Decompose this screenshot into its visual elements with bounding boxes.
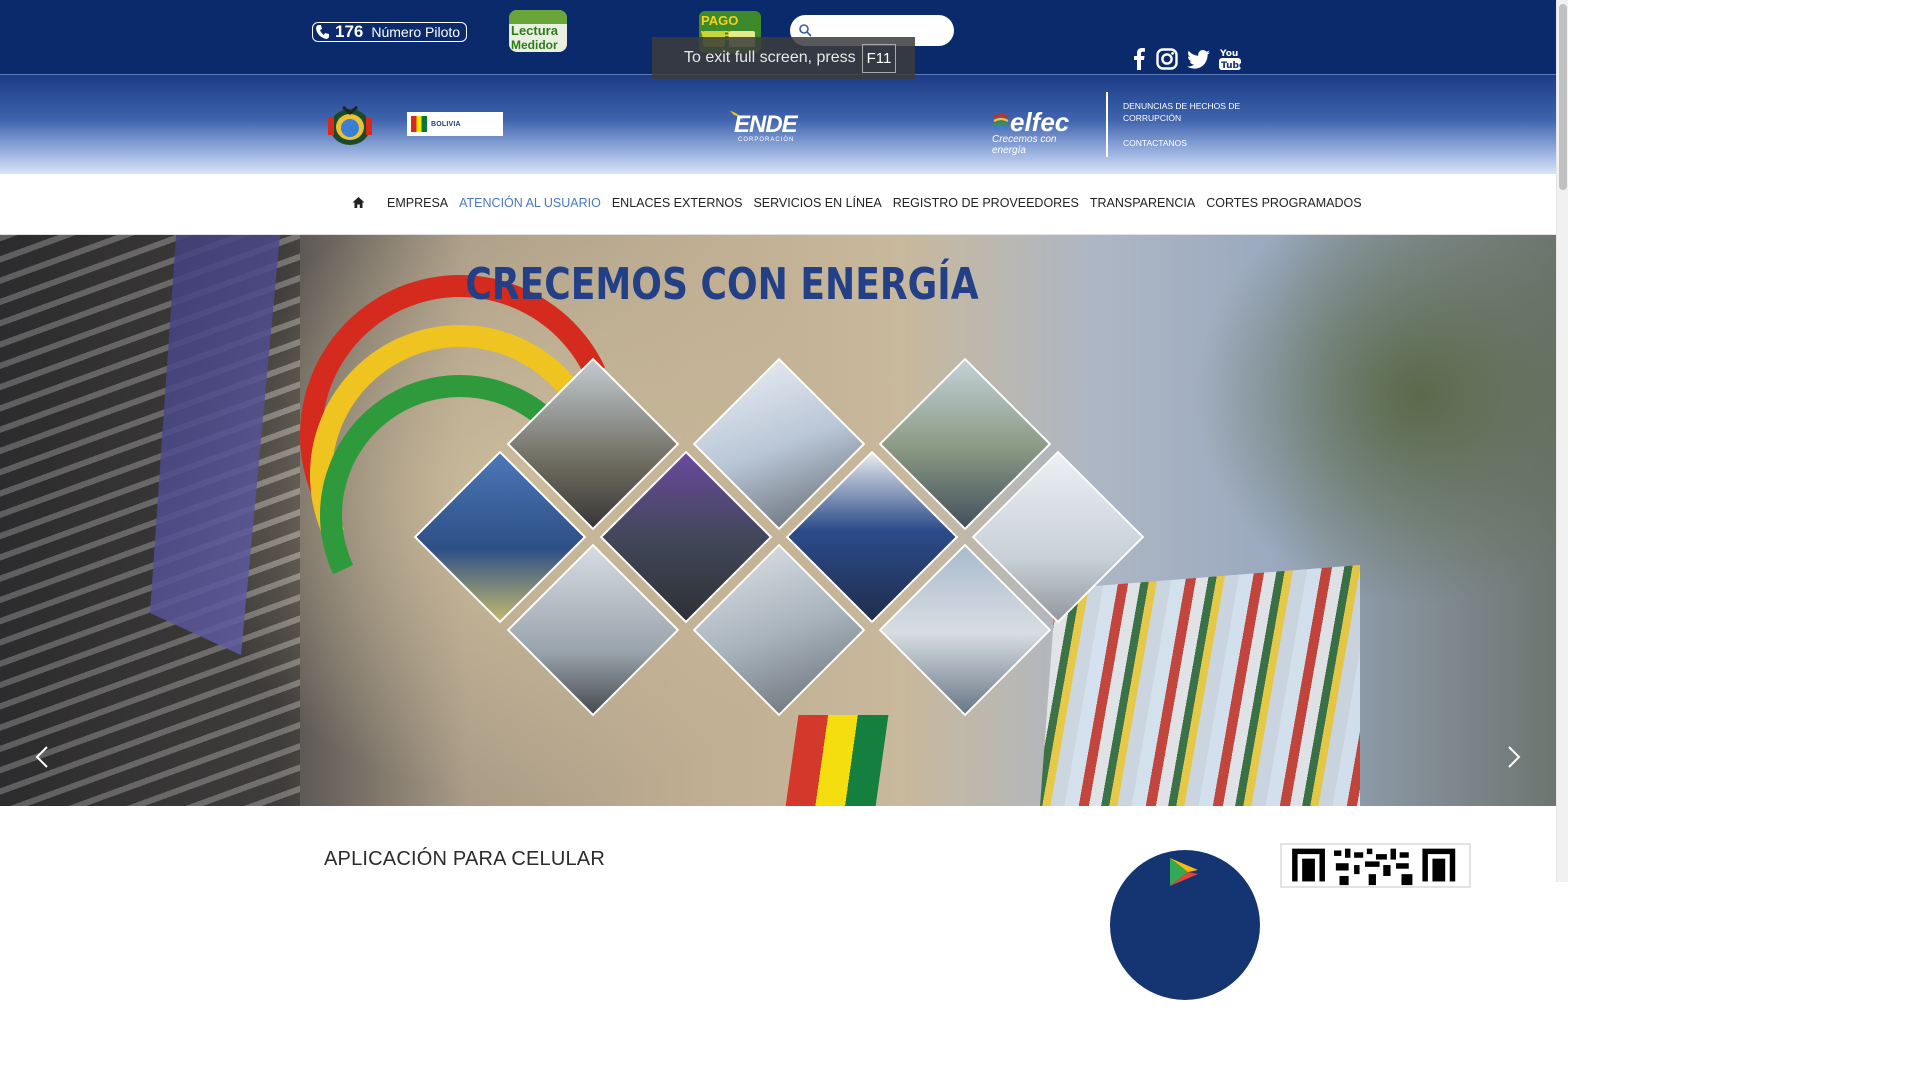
nav-item-transparencia[interactable]: TRANSPARENCIA bbox=[1090, 196, 1195, 210]
phone-label: Número Piloto bbox=[371, 24, 461, 40]
elfec-arcs-icon bbox=[993, 113, 1009, 130]
lectura-label: Lectura bbox=[511, 23, 558, 38]
denuncias-link[interactable]: DENUNCIAS DE HECHOS DE CORRUPCIÓN bbox=[1123, 100, 1253, 124]
nav-item-registro-de-proveedores[interactable]: REGISTRO DE PROVEEDORES bbox=[893, 196, 1079, 210]
youtube-icon: You Tube bbox=[1219, 49, 1241, 71]
elfec-logo[interactable]: elfec Crecemos con energía bbox=[990, 107, 1090, 156]
bolivia-flag-mark bbox=[411, 116, 427, 132]
app-section: APLICACIÓN PARA CELULAR bbox=[0, 806, 1556, 1000]
nav-item-atencion-al-usuario[interactable]: ATENCIÓN AL USUARIO bbox=[459, 196, 601, 210]
slider-prev-arrow-icon[interactable] bbox=[34, 745, 50, 769]
youtube-link[interactable]: You Tube bbox=[1218, 46, 1242, 72]
nav-menu: EMPRESA ATENCIÓN AL USUARIO ENLACES EXTE… bbox=[387, 196, 1373, 210]
phone-number: 176 bbox=[335, 22, 364, 41]
logo-divider bbox=[1106, 92, 1108, 157]
facebook-icon bbox=[1134, 48, 1145, 70]
app-section-title: APLICACIÓN PARA CELULAR bbox=[324, 848, 605, 870]
medidor-label: Medidor bbox=[511, 38, 558, 52]
lectura-medidor-button[interactable]: Lectura Medidor bbox=[509, 10, 567, 52]
side-links: DENUNCIAS DE HECHOS DE CORRUPCIÓN CONTAC… bbox=[1123, 100, 1253, 149]
ende-subtitle: CORPORACIÓN bbox=[738, 137, 795, 143]
bolivia-logo-text: BOLIVIA bbox=[431, 120, 461, 128]
slider-next-arrow-icon[interactable] bbox=[1506, 745, 1522, 769]
nav-item-empresa[interactable]: EMPRESA bbox=[387, 196, 448, 210]
fullscreen-key-badge: F11 bbox=[861, 43, 897, 73]
hero-slider: CRECEMOS CON ENERGÍA bbox=[0, 235, 1556, 806]
phone-hotline-button[interactable]: 176 Número Piloto bbox=[312, 22, 467, 42]
scrollbar-thumb[interactable] bbox=[1559, 4, 1567, 190]
instagram-link[interactable] bbox=[1155, 46, 1179, 72]
elfec-tagline: Crecemos con energía bbox=[992, 134, 1057, 156]
svg-text:Tube: Tube bbox=[1221, 61, 1241, 71]
lectura-cap bbox=[509, 10, 567, 24]
hero-title: CRECEMOS CON ENERGÍA bbox=[465, 259, 979, 310]
ende-logo[interactable]: ENDE CORPORACIÓN bbox=[730, 107, 798, 147]
bolivia-flag-image bbox=[781, 715, 889, 806]
fullscreen-notice-text: To exit full screen, press bbox=[684, 49, 856, 66]
qr-code-image bbox=[1280, 843, 1471, 888]
nav-item-cortes-programados[interactable]: CORTES PROGRAMADOS bbox=[1206, 196, 1361, 210]
nav-item-enlaces-externos[interactable]: ENLACES EXTERNOS bbox=[612, 196, 743, 210]
search-icon bbox=[799, 24, 812, 37]
google-play-badge[interactable] bbox=[1110, 850, 1260, 1000]
facebook-link[interactable] bbox=[1130, 46, 1148, 72]
twitter-link[interactable] bbox=[1186, 46, 1210, 72]
flags-image bbox=[1040, 565, 1360, 806]
main-nav: EMPRESA ATENCIÓN AL USUARIO ENLACES EXTE… bbox=[0, 174, 1556, 235]
home-icon[interactable] bbox=[352, 196, 365, 209]
instagram-icon bbox=[1156, 48, 1178, 70]
contactanos-link[interactable]: CONTACTANOS bbox=[1123, 137, 1253, 149]
bolivia-coat-of-arms-logo bbox=[328, 105, 372, 145]
ministerio-bolivia-logo: BOLIVIA bbox=[407, 112, 503, 136]
svg-text:You: You bbox=[1219, 49, 1238, 59]
twitter-icon bbox=[1186, 49, 1210, 69]
ende-wordmark: ENDE bbox=[734, 111, 798, 138]
page-scrollbar[interactable] bbox=[1556, 0, 1568, 882]
fullscreen-exit-notice: To exit full screen, press F11 bbox=[652, 37, 915, 79]
nav-item-servicios-en-linea[interactable]: SERVICIOS EN LÍNEA bbox=[753, 196, 881, 210]
phone-icon bbox=[316, 25, 329, 39]
google-play-icon bbox=[1170, 858, 1198, 886]
logo-band: BOLIVIA ENDE CORPORACIÓN elfec Crecemos … bbox=[0, 75, 1556, 174]
